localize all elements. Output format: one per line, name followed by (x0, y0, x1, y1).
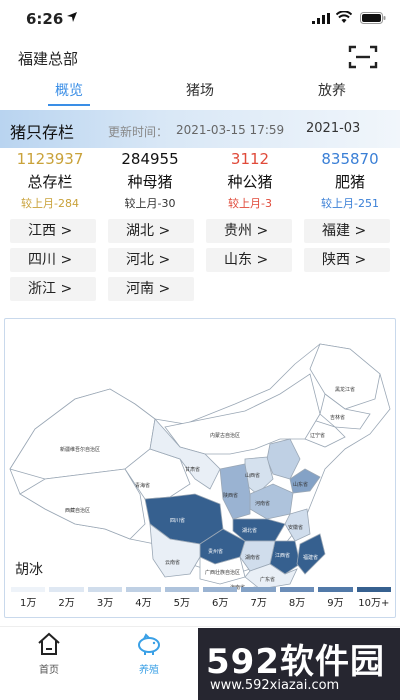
map-label-guangdong: 广东省 (260, 576, 275, 583)
region-button-shaanxi[interactable]: 陕西 > (304, 248, 390, 272)
tab-active-indicator (48, 104, 90, 106)
update-time-value: 2021-03-15 17:59 (176, 123, 285, 137)
nav-breeding[interactable]: 养殖 (114, 631, 184, 676)
province-hubei (232, 518, 286, 542)
stat-value: 835870 (321, 150, 379, 168)
legend-item: 3万 (86, 587, 124, 615)
stat-label: 总存栏 (27, 173, 73, 191)
month-selector[interactable]: 2021-03 (306, 121, 360, 136)
piggy-icon (138, 633, 160, 655)
china-map-card: 新疆维吾尔自治区 西藏自治区 青海省 甘肃省 内蒙古自治区 黑龙江省 吉林省 辽… (4, 318, 396, 618)
watermark-overlay: 592软件园 www.592xiazai.com (198, 628, 400, 700)
nav-label: 首页 (39, 665, 59, 676)
tab-farm[interactable]: 猪场 (160, 80, 240, 100)
map-label-guangxi: 广西壮族自治区 (205, 569, 240, 576)
status-time: 6:26 (26, 10, 64, 28)
map-label-henan: 河南省 (255, 500, 270, 507)
legend-item: 4万 (124, 587, 162, 615)
battery-icon (360, 12, 386, 24)
legend-item: 1万 (9, 587, 47, 615)
tab-overview[interactable]: 概览 (29, 80, 109, 100)
region-button-henan[interactable]: 河南 > (108, 277, 194, 301)
stat-fattening: 835870 肥猪 较上月-251 (300, 150, 400, 211)
stat-label: 肥猪 (334, 173, 365, 191)
legend-item: 7万 (239, 587, 277, 615)
region-button-shandong[interactable]: 山东 > (206, 248, 292, 272)
map-label-shanxi: 山西省 (245, 472, 260, 479)
stat-boar: 3112 种公猪 较上月-3 (200, 150, 300, 211)
map-label-shaanxi: 陕西省 (223, 492, 238, 499)
map-label-hubei: 湖北省 (242, 527, 257, 534)
province-fujian (296, 533, 326, 575)
watermark-logo: 592软件园 (206, 642, 385, 682)
update-time-label: 更新时间： (108, 125, 169, 139)
stat-compare: 较上月-3 (228, 197, 272, 210)
section-title: 猪只存栏 (10, 123, 75, 142)
map-label-sichuan: 四川省 (170, 517, 185, 524)
map-label-shandong: 山东省 (293, 481, 308, 488)
map-label-xizang: 西藏自治区 (65, 507, 90, 514)
map-label-neimenggu: 内蒙古自治区 (210, 432, 240, 439)
nav-home[interactable]: 首页 (14, 631, 84, 676)
tab-free-range[interactable]: 放养 (292, 80, 372, 100)
legend-item: 5万 (163, 587, 201, 615)
home-icon (38, 632, 60, 655)
map-label-jiangxi: 江西省 (275, 552, 290, 559)
map-label-qinghai: 青海省 (135, 482, 150, 489)
stat-value: 284955 (121, 150, 179, 168)
map-label-gansu: 甘肃省 (185, 466, 200, 473)
legend-item: 6万 (201, 587, 239, 615)
map-label-xinjiang: 新疆维吾尔自治区 (60, 446, 100, 453)
region-button-guizhou[interactable]: 贵州 > (206, 219, 292, 243)
map-label-hunan: 湖南省 (245, 554, 260, 561)
legend-item: 10万+ (355, 587, 393, 615)
app-screen: 6:26 福建总部 概览 猪场 放养 猪只存栏 更新时间： 2021-03-15… (0, 0, 400, 700)
section-header: 猪只存栏 更新时间： 2021-03-15 17:59 2021-03 (0, 110, 400, 148)
stat-compare: 较上月-251 (321, 197, 379, 210)
region-button-fujian[interactable]: 福建 > (304, 219, 390, 243)
tab-bar: 概览 猪场 放养 (0, 80, 400, 106)
stat-compare: 较上月-30 (124, 197, 176, 210)
stat-sow: 284955 种母猪 较上月-30 (100, 150, 200, 211)
map-label-guizhou: 贵州省 (208, 548, 223, 555)
map-caption: 胡冰 (15, 562, 43, 578)
map-label-yunnan: 云南省 (165, 559, 180, 566)
region-button-hebei[interactable]: 河北 > (108, 248, 194, 272)
wifi-icon (336, 11, 352, 23)
legend-item: 8万 (278, 587, 316, 615)
stat-label: 种母猪 (127, 173, 173, 191)
scan-icon[interactable] (348, 44, 378, 70)
stat-value: 1123937 (16, 150, 84, 168)
map-legend: 1万 2万 3万 4万 5万 6万 7万 8万 9万 10万+ (9, 587, 393, 615)
region-button-sichuan[interactable]: 四川 > (10, 248, 96, 272)
stat-compare: 较上月-284 (21, 197, 79, 210)
signal-icon (312, 13, 330, 24)
map-label-jilin: 吉林省 (330, 414, 345, 421)
nav-label: 养殖 (139, 665, 159, 676)
location-arrow-icon (67, 12, 77, 22)
legend-item: 2万 (47, 587, 85, 615)
page-title: 福建总部 (18, 50, 79, 68)
watermark-url: www.592xiazai.com (210, 678, 340, 693)
region-button-jiangxi[interactable]: 江西 > (10, 219, 96, 243)
region-button-hubei[interactable]: 湖北 > (108, 219, 194, 243)
status-bar: 6:26 (0, 0, 400, 36)
legend-item: 9万 (316, 587, 354, 615)
stat-label: 种公猪 (227, 173, 273, 191)
region-button-zhejiang[interactable]: 浙江 > (10, 277, 96, 301)
map-label-anhui: 安徽省 (288, 524, 303, 531)
map-label-liaoning: 辽宁省 (310, 432, 325, 439)
stat-value: 3112 (230, 150, 270, 168)
map-label-fujian: 福建省 (303, 554, 318, 561)
stat-total: 1123937 总存栏 较上月-284 (0, 150, 100, 211)
map-label-heilongjiang: 黑龙江省 (335, 386, 355, 393)
china-map: 新疆维吾尔自治区 西藏自治区 青海省 甘肃省 内蒙古自治区 黑龙江省 吉林省 辽… (9, 343, 391, 591)
